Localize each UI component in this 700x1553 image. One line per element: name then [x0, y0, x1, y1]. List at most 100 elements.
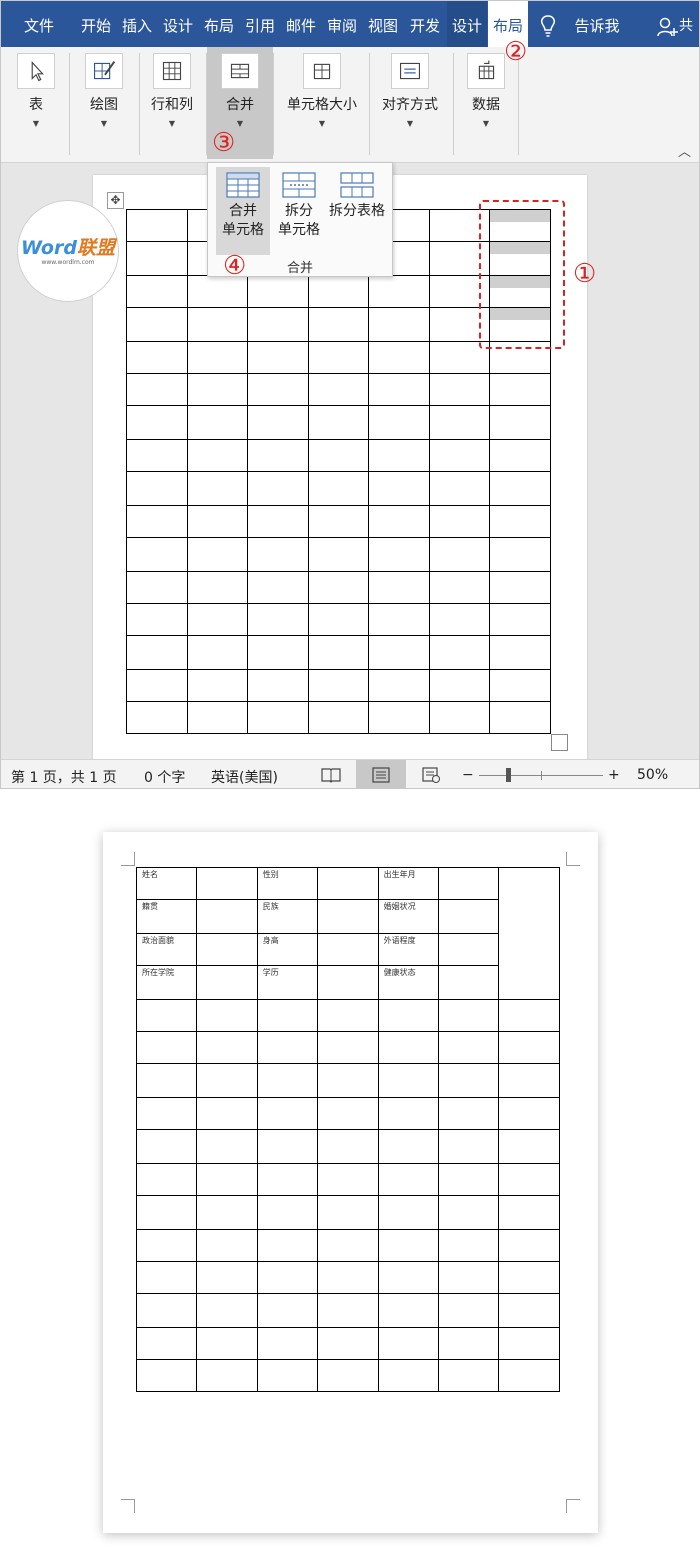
table-cell[interactable] [307, 405, 369, 440]
table-cell[interactable] [428, 439, 490, 472]
table-cell[interactable] [489, 603, 551, 636]
form-cell[interactable] [377, 1261, 439, 1294]
merge-cells-button[interactable]: 合并 单元格 [216, 167, 270, 255]
form-cell[interactable] [136, 1097, 198, 1130]
table-cell[interactable] [186, 537, 248, 572]
form-cell[interactable] [136, 1031, 198, 1064]
form-cell[interactable] [317, 965, 379, 1000]
form-cell[interactable] [196, 1195, 258, 1230]
table-cell[interactable] [126, 701, 188, 734]
form-cell[interactable] [438, 867, 500, 900]
form-cell[interactable] [196, 1229, 258, 1262]
form-cell[interactable] [256, 1327, 319, 1360]
ribbon-group-rows-columns[interactable]: 行和列 ▼ [147, 47, 197, 159]
table-cell[interactable] [307, 669, 369, 702]
table-cell[interactable] [247, 471, 309, 506]
collapse-ribbon-icon[interactable]: ︿ [678, 141, 691, 160]
table-cell[interactable] [126, 241, 188, 276]
form-cell[interactable]: 健康状态 [377, 965, 439, 1000]
tab-design[interactable]: 设计 [159, 1, 197, 47]
table-cell[interactable] [489, 439, 551, 472]
table-cell[interactable] [247, 275, 309, 308]
language[interactable]: 英语(美国) [211, 767, 278, 787]
form-cell[interactable] [438, 1195, 500, 1230]
table-cell[interactable] [247, 373, 309, 406]
form-cell[interactable] [498, 1229, 560, 1262]
form-cell[interactable] [256, 1293, 319, 1328]
table-cell[interactable] [489, 635, 551, 670]
form-cell[interactable] [438, 899, 500, 934]
form-cell[interactable] [317, 1359, 379, 1392]
tab-mailings[interactable]: 邮件 [282, 1, 320, 47]
table-cell[interactable] [307, 471, 369, 506]
form-cell[interactable] [498, 1359, 560, 1392]
form-cell[interactable] [317, 899, 379, 934]
form-cell[interactable] [377, 1293, 439, 1328]
table-cell[interactable] [126, 471, 188, 506]
table-cell[interactable] [428, 471, 490, 506]
table-cell[interactable] [186, 505, 248, 538]
tab-references[interactable]: 引用 [241, 1, 279, 47]
form-cell[interactable] [498, 1261, 560, 1294]
form-cell[interactable] [136, 1163, 198, 1196]
form-cell[interactable] [256, 1129, 319, 1164]
table-cell[interactable] [247, 635, 309, 670]
tab-table-design[interactable]: 设计 [447, 1, 487, 47]
ribbon-group-cell-size[interactable]: 单元格大小 ▼ [279, 47, 365, 159]
table-cell[interactable] [126, 439, 188, 472]
table-cell[interactable] [368, 471, 430, 506]
table-cell[interactable] [368, 669, 430, 702]
form-cell[interactable] [317, 867, 379, 900]
form-cell[interactable] [196, 1129, 258, 1164]
form-cell[interactable] [136, 1063, 198, 1098]
page-count[interactable]: 第 1 页，共 1 页 [11, 767, 117, 787]
ribbon-group-draw[interactable]: 绘图 ▼ [81, 47, 127, 159]
form-cell[interactable] [498, 1163, 560, 1196]
form-cell[interactable] [377, 1195, 439, 1230]
form-cell[interactable] [498, 1293, 560, 1328]
tab-developer[interactable]: 开发 [405, 1, 445, 47]
form-cell[interactable] [377, 1031, 439, 1064]
table-cell[interactable] [368, 307, 430, 342]
table-cell[interactable] [186, 405, 248, 440]
table-cell[interactable] [489, 669, 551, 702]
form-cell[interactable] [196, 965, 258, 1000]
form-cell[interactable] [196, 1327, 258, 1360]
table-cell[interactable] [307, 373, 369, 406]
table-cell[interactable] [489, 405, 551, 440]
table-cell[interactable] [489, 537, 551, 572]
form-cell[interactable] [377, 1163, 439, 1196]
word-count[interactable]: 0 个字 [144, 767, 185, 787]
table-cell[interactable] [126, 571, 188, 604]
form-cell[interactable] [136, 1359, 198, 1392]
table-cell[interactable] [368, 505, 430, 538]
table-cell[interactable] [489, 471, 551, 506]
table-cell[interactable] [307, 571, 369, 604]
table-move-handle-icon[interactable]: ✥ [107, 192, 124, 209]
form-cell[interactable] [196, 1063, 258, 1098]
print-layout-button[interactable] [356, 760, 406, 788]
form-cell[interactable] [196, 867, 258, 900]
form-cell[interactable]: 籍贯 [136, 899, 198, 934]
form-cell[interactable] [498, 999, 560, 1032]
table-cell[interactable] [186, 603, 248, 636]
tab-insert[interactable]: 插入 [118, 1, 156, 47]
table-cell[interactable] [186, 471, 248, 506]
form-cell[interactable] [256, 1031, 319, 1064]
form-cell[interactable] [438, 1097, 500, 1130]
table-cell[interactable] [126, 405, 188, 440]
table-cell[interactable] [186, 373, 248, 406]
form-cell[interactable] [438, 1229, 500, 1262]
table-cell[interactable] [307, 341, 369, 374]
form-cell[interactable] [377, 1063, 439, 1098]
table-cell[interactable] [307, 537, 369, 572]
form-cell[interactable] [438, 933, 500, 966]
ribbon-group-table[interactable]: 表 ▼ [13, 47, 59, 159]
tab-file[interactable]: 文件 [13, 1, 65, 47]
form-cell[interactable] [377, 1327, 439, 1360]
table-cell[interactable] [186, 341, 248, 374]
tell-me-search[interactable]: 告诉我 [567, 1, 627, 47]
merged-photo-cell[interactable] [498, 867, 560, 1000]
web-layout-icon[interactable] [421, 767, 441, 783]
form-cell[interactable] [317, 1063, 379, 1098]
